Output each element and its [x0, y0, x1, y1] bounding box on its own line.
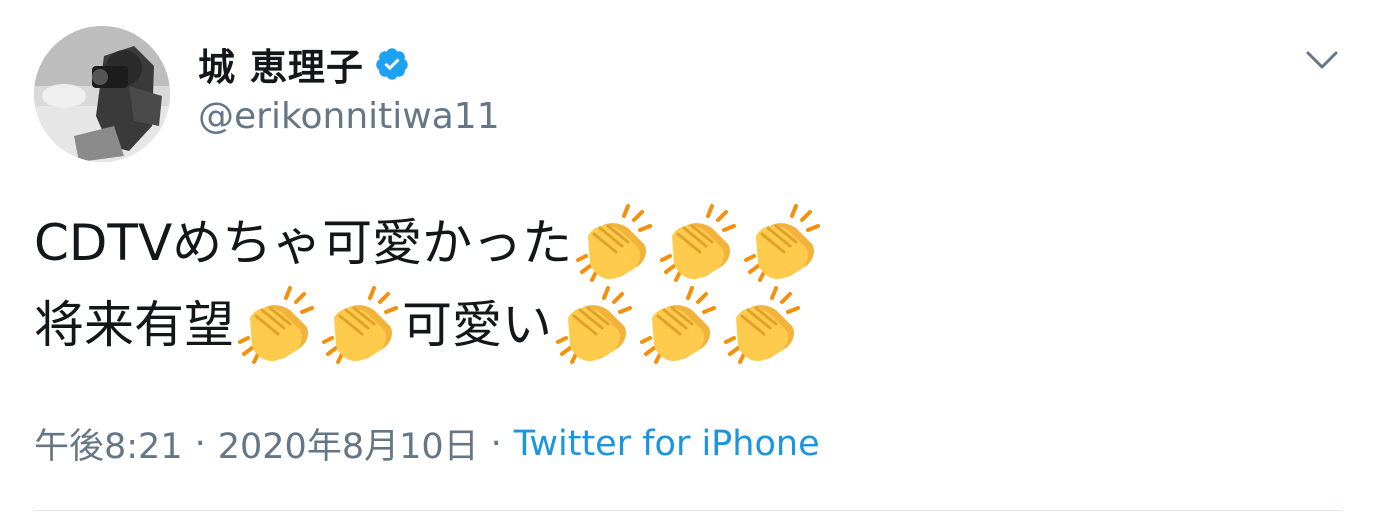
tweet-text-line-1: CDTVめちゃ可愛かった	[34, 202, 1334, 284]
emoji-group-2	[234, 284, 402, 366]
tweet-text-segment: CDTVめちゃ可愛かった	[34, 214, 573, 272]
clapping-hands-icon	[636, 284, 720, 366]
avatar[interactable]	[34, 26, 170, 162]
tweet-text-line-2: 将来有望 可愛い	[34, 284, 1334, 366]
clapping-hands-icon	[720, 284, 804, 366]
tweet-text-segment: 可愛い	[402, 296, 552, 354]
avatar-photo	[34, 26, 170, 162]
tweet-time[interactable]: 午後8:21	[34, 418, 183, 469]
tweet-options-button[interactable]	[1300, 40, 1344, 80]
tweet-card: 城 恵理子 @erikonnitiwa11 CDTVめちゃ可愛かった 将来有望 …	[0, 0, 1383, 514]
clapping-hands-icon	[572, 202, 656, 284]
tweet-meta: 午後8:21 · 2020年8月10日 · Twitter for iPhone	[34, 418, 820, 469]
clapping-hands-icon	[318, 284, 402, 366]
clapping-hands-icon	[552, 284, 636, 366]
clapping-hands-icon	[740, 202, 824, 284]
tweet-text-segment: 将来有望	[34, 296, 234, 354]
divider	[34, 510, 1342, 511]
tweet-text: CDTVめちゃ可愛かった 将来有望 可愛い	[34, 202, 1334, 366]
tweet-date[interactable]: 2020年8月10日	[218, 418, 479, 469]
clapping-hands-icon	[656, 202, 740, 284]
meta-separator: ·	[490, 423, 502, 464]
chevron-down-icon	[1306, 51, 1338, 69]
clapping-hands-icon	[234, 284, 318, 366]
author-display-name[interactable]: 城 恵理子	[198, 37, 364, 91]
emoji-group-3	[552, 284, 804, 366]
verified-badge-icon	[374, 46, 410, 82]
meta-separator: ·	[194, 423, 206, 464]
emoji-group-1	[572, 202, 824, 284]
tweet-source-link[interactable]: Twitter for iPhone	[514, 424, 820, 464]
author-handle[interactable]: @erikonnitiwa11	[198, 96, 500, 137]
author-name-row: 城 恵理子	[198, 38, 410, 90]
